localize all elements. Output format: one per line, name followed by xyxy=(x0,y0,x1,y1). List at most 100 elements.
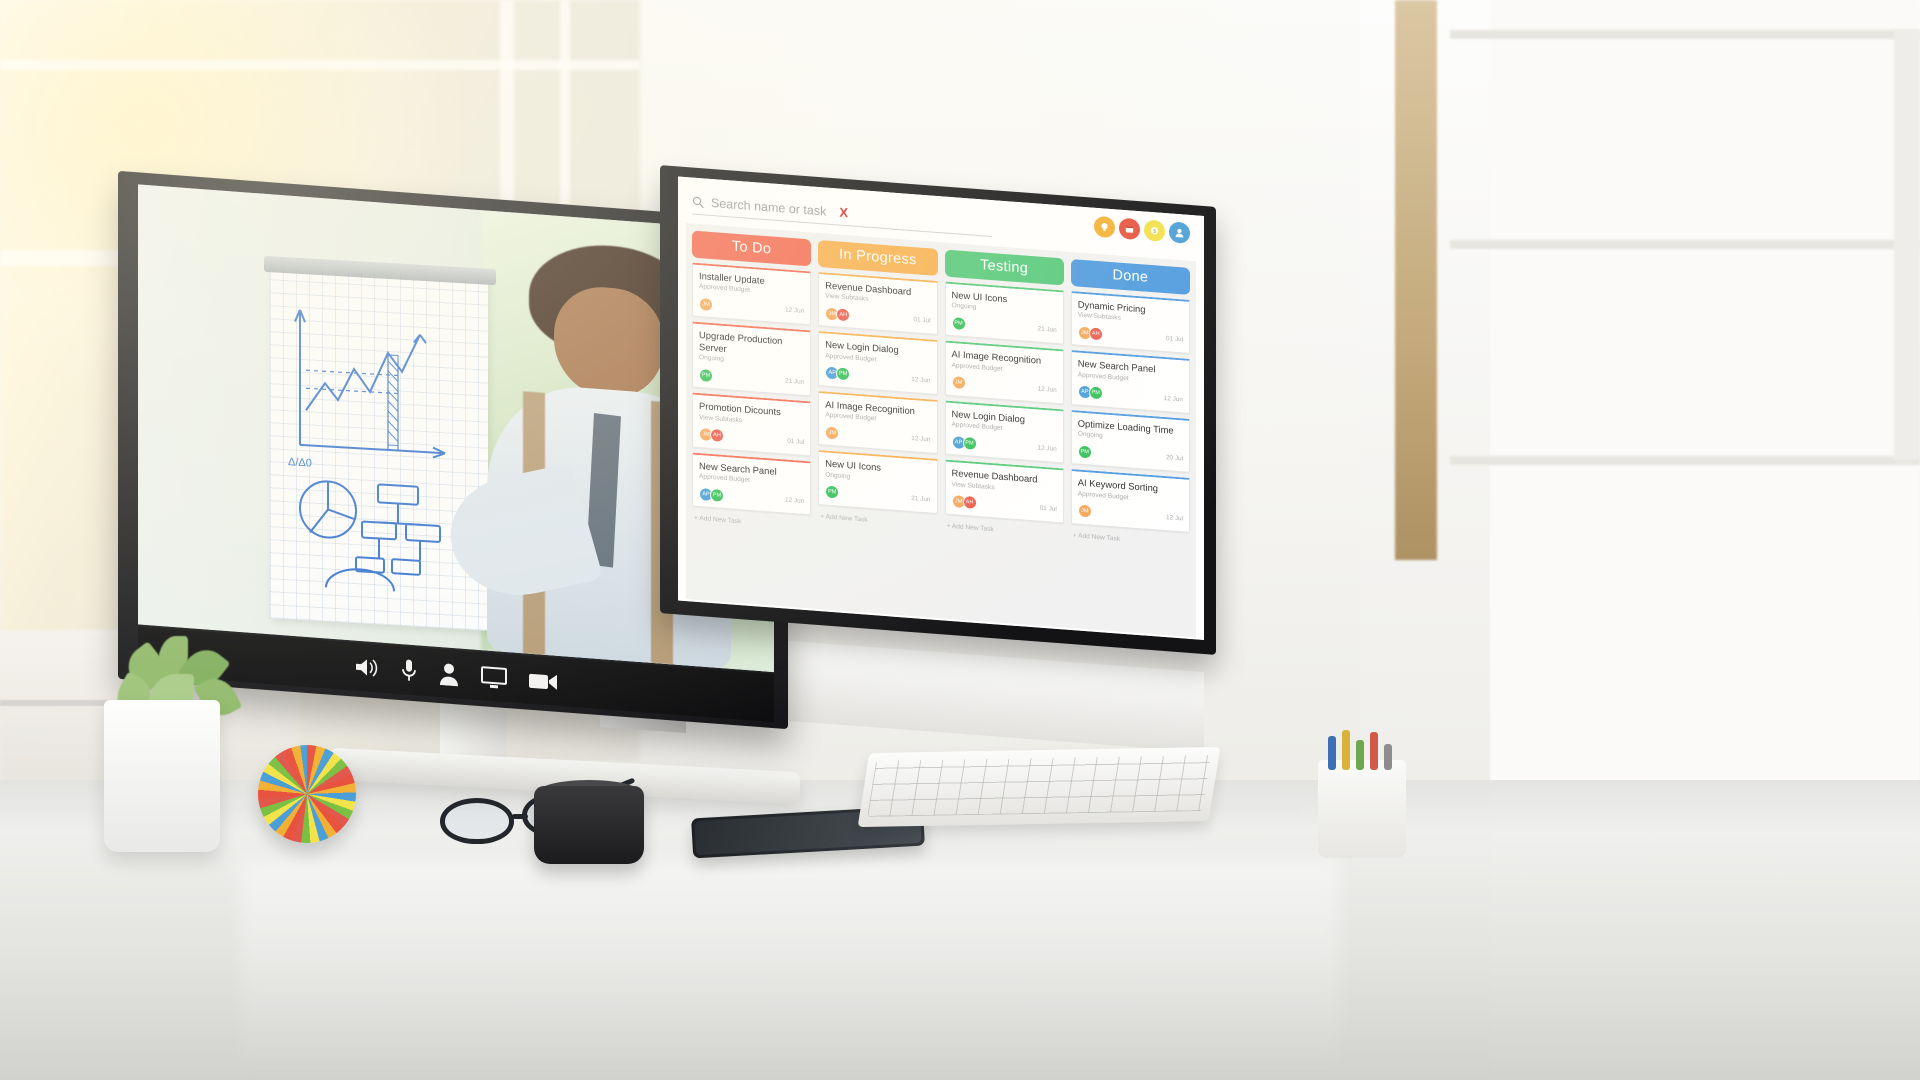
keyboard[interactable] xyxy=(857,746,1221,828)
assignee-avatars: AP PM xyxy=(699,486,724,503)
kanban-screen: Search name or task X $ To Do Installer … xyxy=(678,176,1204,641)
task-due-date: 21 Jun xyxy=(1037,325,1057,335)
task-card[interactable]: Upgrade Production Server Ongoing PM 21 Jun xyxy=(692,321,812,397)
task-footer: PM 21 Jun xyxy=(699,367,804,390)
assignee-avatars: AP PM xyxy=(825,365,851,382)
column-card-list: Dynamic Pricing View Subtasks JM AH 01 Jul Ne… xyxy=(1070,290,1190,533)
task-card[interactable]: Promotion Dicounts View Subtasks JM AH 01 Ju… xyxy=(692,392,812,457)
rubber-band-ball xyxy=(258,745,356,843)
plant-pot xyxy=(104,700,220,852)
profile-icon[interactable] xyxy=(1169,221,1190,244)
column-header[interactable]: Testing xyxy=(944,249,1064,286)
add-new-task-button[interactable]: + Add New Task xyxy=(1071,529,1190,548)
avatar[interactable]: PM xyxy=(1088,385,1103,401)
avatar[interactable]: PM xyxy=(836,366,851,382)
calendar-icon[interactable] xyxy=(1119,217,1140,241)
task-card[interactable]: Optimize Loading Time Ongoing PM 20 Jul xyxy=(1070,409,1190,474)
task-due-date: 12 Jun xyxy=(1037,444,1057,454)
task-footer: JM AH 01 Jul xyxy=(699,427,804,450)
task-due-date: 12 Jun xyxy=(911,435,931,444)
search-input-placeholder[interactable]: Search name or task xyxy=(711,195,826,218)
task-card[interactable]: New Login Dialog Approved Budget AP PM 12 Ju… xyxy=(818,331,938,395)
column-header[interactable]: To Do xyxy=(692,230,812,267)
task-footer: JM AH 01 Jul xyxy=(825,306,931,329)
task-card[interactable]: New Login Dialog Approved Budget AP PM 12 Ju… xyxy=(944,400,1064,464)
right-monitor: Search name or task X $ To Do Installer … xyxy=(660,165,1216,655)
add-new-task-button[interactable]: + Add New Task xyxy=(692,512,811,531)
assignee-avatars: JM xyxy=(951,375,966,391)
volume-icon[interactable] xyxy=(354,656,380,680)
camera-icon[interactable] xyxy=(528,669,558,693)
microphone-icon[interactable] xyxy=(400,658,418,683)
task-due-date: 12 Jun xyxy=(785,306,805,316)
avatar[interactable]: AH xyxy=(836,307,851,323)
kanban-board: To Do Installer Update Approved Budget JM 12… xyxy=(686,223,1196,638)
person-at-desk xyxy=(1190,0,1920,1080)
avatar[interactable]: PM xyxy=(951,315,966,332)
column-header[interactable]: Done xyxy=(1070,258,1190,295)
assignee-avatars: JM AH xyxy=(825,306,851,323)
task-card[interactable]: Dynamic Pricing View Subtasks JM AH 01 Jul xyxy=(1070,290,1190,355)
column-card-list: Installer Update Approved Budget JM 12 Jun U… xyxy=(692,262,812,516)
assignee-avatars: PM xyxy=(825,484,840,500)
task-footer: JM 12 Jun xyxy=(951,375,1057,398)
task-due-date: 01 Jul xyxy=(913,316,931,325)
avatar[interactable]: JM xyxy=(825,425,840,441)
assignee-avatars: JM xyxy=(699,296,713,313)
task-due-date: 21 Jun xyxy=(911,494,931,504)
avatar[interactable]: JM xyxy=(699,296,713,313)
kanban-app: Search name or task X $ To Do Installer … xyxy=(678,176,1204,641)
task-due-date: 01 Jul xyxy=(787,437,805,446)
clear-search-button[interactable]: X xyxy=(839,205,848,221)
task-card[interactable]: Revenue Dashboard View Subtasks JM AH 01 Jul xyxy=(818,271,938,336)
task-card[interactable]: Installer Update Approved Budget JM 12 Jun xyxy=(692,262,812,326)
screen-share-icon[interactable] xyxy=(480,664,508,690)
task-due-date: 12 Jun xyxy=(1037,385,1057,394)
keyboard-keys xyxy=(867,755,1212,817)
task-due-date: 12 Jun xyxy=(911,375,931,385)
task-card[interactable]: AI Image Recognition Approved Budget JM 12 … xyxy=(818,390,938,455)
add-new-task-button[interactable]: + Add New Task xyxy=(818,510,937,529)
task-footer: AP PM 12 Jun xyxy=(699,486,804,509)
avatar[interactable]: PM xyxy=(962,435,977,451)
task-footer: JM 12 Jun xyxy=(825,425,931,448)
avatar[interactable]: AH xyxy=(710,428,724,444)
task-due-date: 01 Jul xyxy=(1165,335,1183,344)
task-due-date: 20 Jul xyxy=(1165,454,1183,463)
assignee-avatars: JM AH xyxy=(951,494,977,511)
participant-icon[interactable] xyxy=(438,661,460,687)
task-card[interactable]: AI Keyword Sorting Approved Budget JM 12 Ju… xyxy=(1070,469,1190,533)
task-footer: JM 12 Jul xyxy=(1077,503,1183,526)
task-card[interactable]: New UI Icons Ongoing PM 21 Jun xyxy=(944,281,1064,345)
search-icon xyxy=(692,196,704,208)
avatar[interactable]: PM xyxy=(710,487,724,503)
bluetooth-speaker xyxy=(534,786,644,864)
assignee-avatars: JM AH xyxy=(1077,325,1103,342)
task-card[interactable]: New Search Panel Approved Budget AP PM 12 Ju… xyxy=(1070,350,1190,414)
column-header[interactable]: In Progress xyxy=(818,239,938,276)
task-card[interactable]: AI Image Recognition Approved Budget JM 12 … xyxy=(944,340,1064,405)
avatar[interactable]: PM xyxy=(825,484,840,500)
idea-icon[interactable] xyxy=(1094,215,1115,239)
kanban-column: To Do Installer Update Approved Budget JM 12… xyxy=(692,230,812,602)
task-footer: JM AH 01 Jul xyxy=(1077,325,1183,348)
office-scene-photo: · · · · · · xyxy=(0,0,1920,1080)
column-card-list: Revenue Dashboard View Subtasks JM AH 01 Jul… xyxy=(818,271,938,514)
avatar[interactable]: JM xyxy=(951,375,966,391)
avatar[interactable]: AH xyxy=(1088,326,1103,342)
task-card[interactable]: New UI Icons Ongoing PM 21 Jun xyxy=(818,450,938,514)
add-new-task-button[interactable]: + Add New Task xyxy=(945,519,1064,538)
task-card[interactable]: Revenue Dashboard View Subtasks JM AH 01 Jul xyxy=(944,459,1064,524)
assignee-avatars: PM xyxy=(699,367,713,383)
assignee-avatars: AP PM xyxy=(1077,384,1103,401)
avatar[interactable]: JM xyxy=(1077,503,1092,519)
task-card[interactable]: New Search Panel Approved Budget AP PM 12 Ju… xyxy=(692,452,812,516)
kanban-column: Testing New UI Icons Ongoing PM 21 Jun AI Ima… xyxy=(944,249,1064,620)
avatar[interactable]: AH xyxy=(962,495,977,511)
avatar[interactable]: PM xyxy=(1077,444,1092,460)
svg-text:Δ/Δ0: Δ/Δ0 xyxy=(288,456,312,469)
money-icon[interactable]: $ xyxy=(1144,219,1165,243)
task-due-date: 21 Jun xyxy=(785,377,805,387)
avatar[interactable]: PM xyxy=(699,367,713,383)
assignee-avatars: JM xyxy=(1077,503,1092,519)
